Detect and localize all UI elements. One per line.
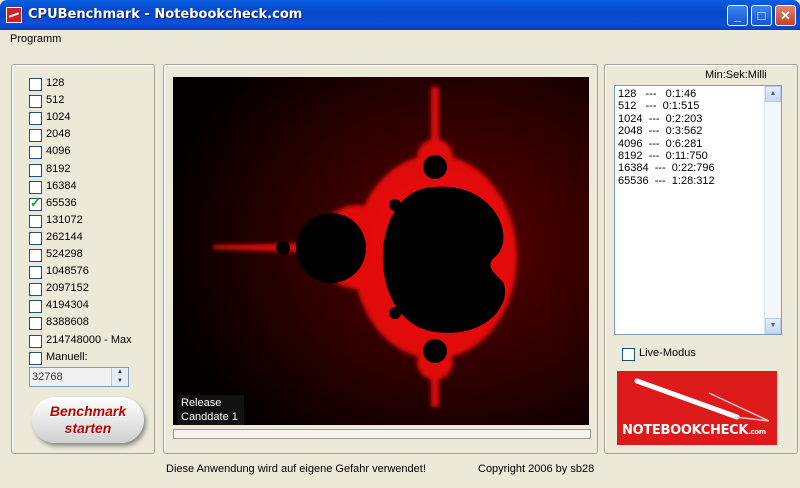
result-row: 65536 --- 1:28:312	[618, 174, 715, 187]
window-title: CPUBenchmark - Notebookcheck.com	[28, 7, 303, 22]
live-mode-label: Live-Modus	[639, 347, 696, 359]
iteration-checkbox[interactable]	[29, 249, 42, 262]
iteration-checkbox[interactable]	[29, 283, 42, 297]
results-scrollbar[interactable]: ▲ ▼	[764, 86, 781, 334]
results-panel: Min:Sek:Milli 128 --- 0:1:46 512 --- 0:1:…	[604, 64, 798, 454]
result-row: 512 --- 0:1:515	[618, 100, 700, 113]
iteration-label: 2048	[46, 128, 71, 141]
benchmark-button-line2: starten	[64, 420, 112, 436]
status-copyright: Copyright 2006 by sb28	[478, 463, 595, 475]
manual-iterations-input[interactable]	[30, 368, 112, 386]
minimize-button[interactable]: _	[727, 5, 748, 26]
iteration-label: 1024	[46, 111, 71, 124]
logo-text: NOTEBOOKCHECK.com	[622, 423, 766, 438]
iteration-checkbox[interactable]	[29, 266, 42, 280]
scroll-up-icon[interactable]: ▲	[765, 86, 781, 102]
iteration-label: 214748000 - Max	[46, 333, 132, 346]
iteration-label: 262144	[46, 230, 83, 243]
iteration-checkbox[interactable]	[29, 129, 42, 143]
result-row: 16384 --- 0:22:796	[618, 162, 715, 175]
fractal-panel: Release Canddate 1	[163, 64, 598, 454]
iteration-label: Manuell:	[46, 350, 88, 363]
status-warning: Diese Anwendung wird auf eigene Gefahr v…	[166, 463, 426, 475]
menu-programm[interactable]: Programm	[10, 33, 61, 45]
iteration-checkbox[interactable]	[29, 300, 42, 314]
result-row: 1024 --- 0:2:203	[618, 112, 703, 125]
progress-bar	[173, 429, 591, 439]
iteration-label: 16384	[46, 179, 77, 192]
release-line1: Release	[181, 397, 222, 409]
iteration-checkbox[interactable]	[29, 78, 42, 91]
iteration-label: 4194304	[46, 299, 89, 312]
iteration-label: 2097152	[46, 282, 89, 295]
result-row: 2048 --- 0:3:562	[618, 125, 703, 138]
scroll-down-icon[interactable]: ▼	[765, 318, 781, 334]
iteration-checkbox[interactable]	[29, 112, 42, 126]
results-list-box[interactable]: 128 --- 0:1:46 512 --- 0:1:515 1024 --- 0:…	[614, 85, 782, 335]
iteration-checkbox[interactable]	[29, 231, 42, 245]
spin-down-icon[interactable]: ▼	[112, 377, 128, 386]
manual-spinner[interactable]: ▲ ▼	[111, 368, 128, 386]
result-row: 128 --- 0:1:46	[618, 88, 697, 100]
maximize-button[interactable]: □	[751, 5, 772, 26]
mandelbrot-image	[173, 77, 589, 425]
status-bar: Diese Anwendung wird auf eigene Gefahr v…	[4, 460, 796, 480]
iteration-label: 1048576	[46, 265, 89, 278]
app-icon	[6, 7, 22, 23]
iteration-checkbox[interactable]	[29, 180, 42, 194]
result-row: 4096 --- 0:6:281	[618, 137, 703, 150]
iteration-checkbox[interactable]	[29, 351, 42, 365]
iteration-label: 8388608	[46, 316, 89, 329]
iteration-checkbox[interactable]	[29, 317, 42, 331]
iteration-checkbox[interactable]	[29, 95, 42, 109]
close-button[interactable]: ✕	[775, 5, 796, 26]
iteration-label: 65536	[46, 196, 77, 209]
iteration-checkbox[interactable]	[29, 163, 42, 177]
manual-iterations-field[interactable]: ▲ ▼	[29, 367, 129, 387]
main-frame: 128 512 1024 2048 4096 8192 16384 65536 131072 26…	[4, 50, 798, 484]
result-row: 8192 --- 0:11:750	[618, 150, 708, 163]
iteration-label: 8192	[46, 162, 71, 175]
title-bar[interactable]: CPUBenchmark - Notebookcheck.com _ □ ✕	[0, 0, 800, 30]
mandelbrot-canvas: Release Canddate 1	[173, 77, 589, 425]
iteration-checkbox[interactable]	[29, 146, 42, 160]
release-label: Release Canddate 1	[177, 395, 244, 425]
benchmark-button-line1: Benchmark	[49, 403, 127, 419]
release-line2: Canddate 1	[181, 411, 238, 423]
iterations-panel: 128 512 1024 2048 4096 8192 16384 65536 131072 26…	[11, 64, 155, 454]
iteration-label: 4096	[46, 145, 71, 158]
results-unit-label: Min:Sek:Milli	[705, 69, 767, 81]
iteration-checkbox[interactable]	[29, 334, 42, 348]
benchmark-start-button[interactable]: Benchmark starten	[32, 397, 144, 443]
iteration-checkbox[interactable]	[29, 214, 42, 228]
spin-up-icon[interactable]: ▲	[112, 368, 128, 377]
iteration-label: 524298	[46, 248, 83, 260]
iteration-label: 131072	[46, 213, 83, 226]
iteration-checkbox[interactable]	[29, 195, 42, 211]
live-mode-checkbox[interactable]	[622, 348, 635, 361]
results-list: 128 --- 0:1:46 512 --- 0:1:515 1024 --- 0:…	[618, 88, 715, 187]
menu-bar: Programm	[4, 30, 796, 50]
iteration-label: 512	[46, 94, 65, 107]
notebookcheck-logo: NOTEBOOKCHECK.com	[617, 371, 777, 445]
iteration-label: 128	[46, 77, 65, 89]
